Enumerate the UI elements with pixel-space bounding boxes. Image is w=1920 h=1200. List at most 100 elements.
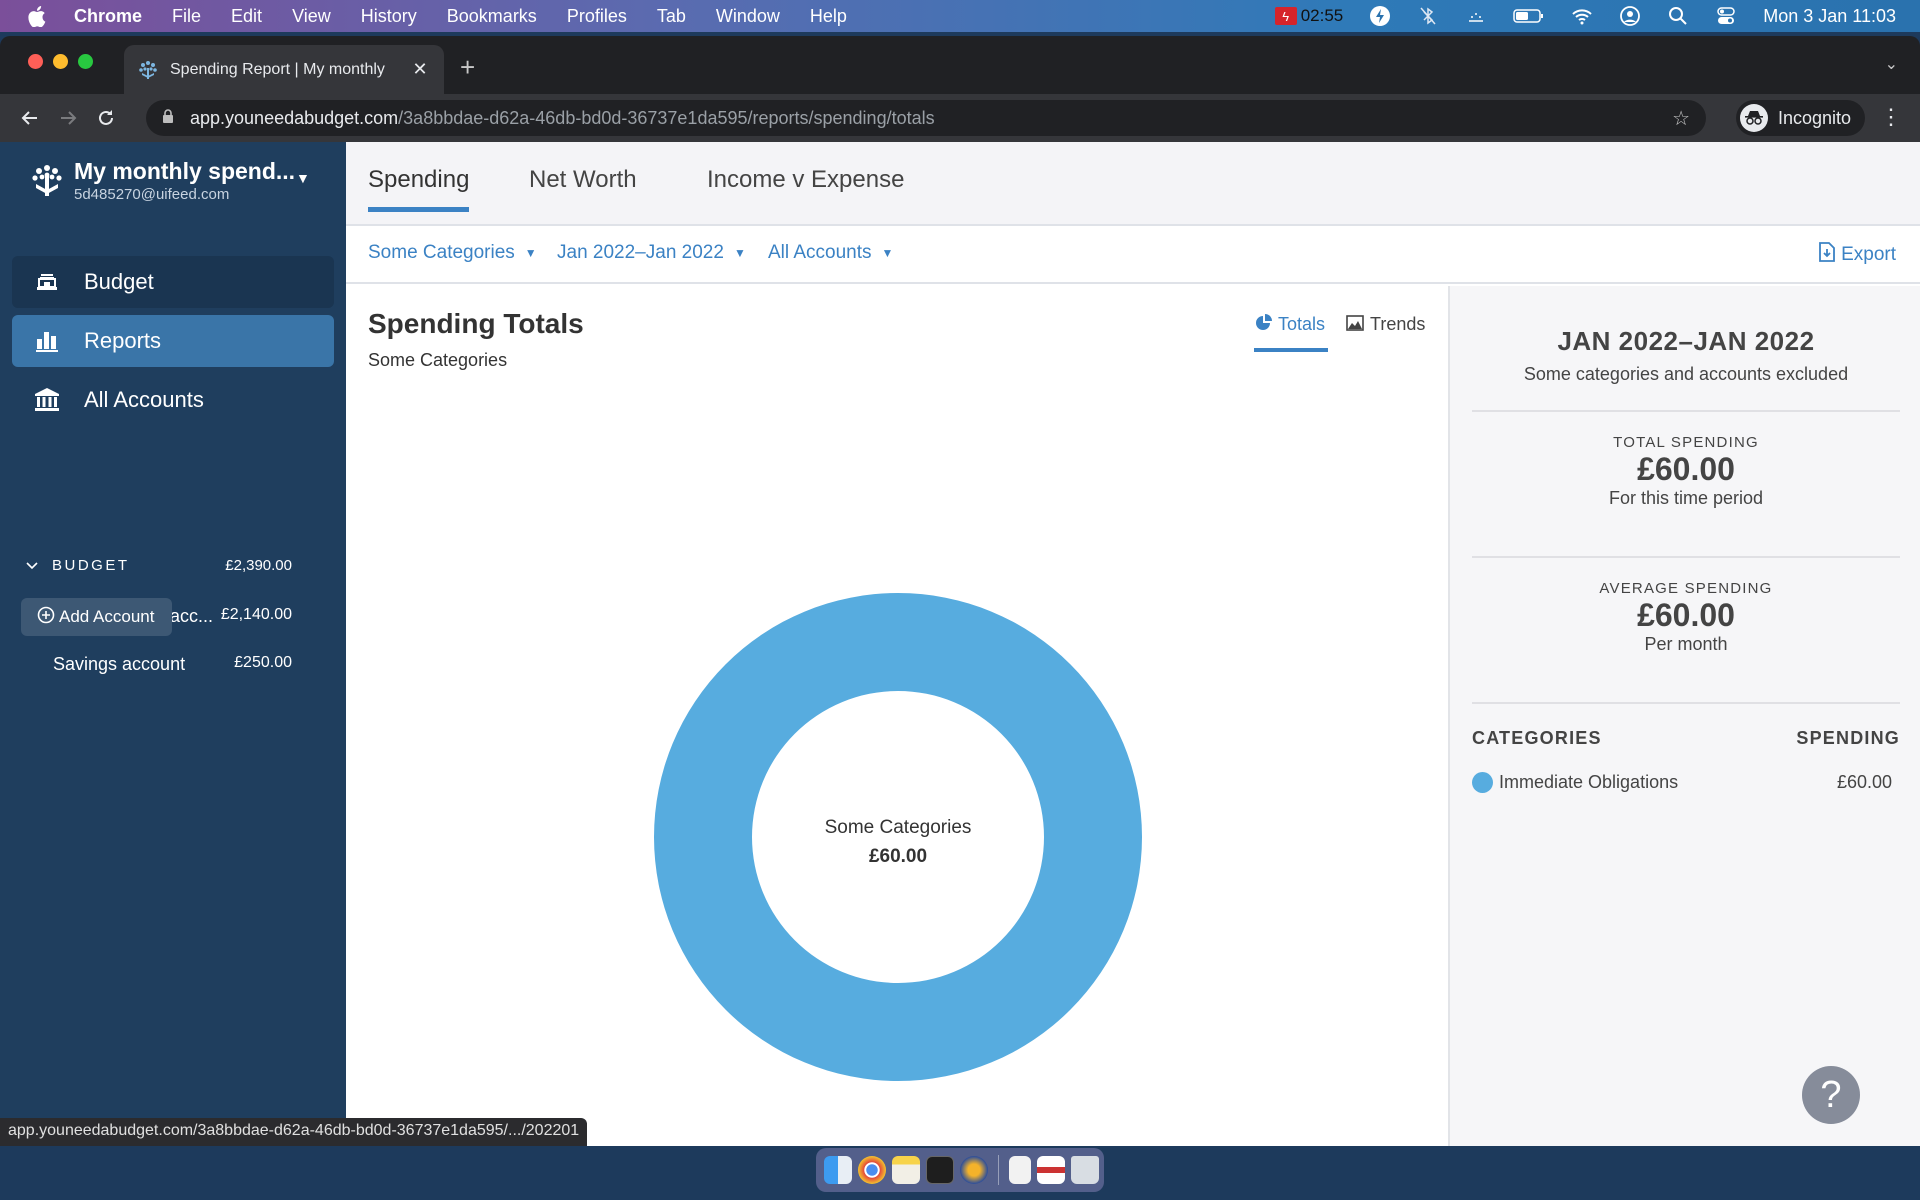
macos-dock <box>816 1148 1104 1192</box>
donut-center-value: £60.00 <box>869 846 927 867</box>
add-account-button[interactable]: Add Account <box>21 598 172 636</box>
close-window-button[interactable] <box>28 54 43 69</box>
categories-header: CATEGORIES <box>1472 728 1602 748</box>
menu-bookmarks[interactable]: Bookmarks <box>447 6 537 27</box>
chevron-down-icon[interactable] <box>26 557 38 574</box>
battery-icon[interactable] <box>1513 5 1545 27</box>
accounts-filter-dropdown[interactable]: All Accounts ▼ <box>768 242 893 264</box>
dock-chrome-icon[interactable] <box>858 1156 886 1184</box>
menu-profiles[interactable]: Profiles <box>567 6 627 27</box>
date-range-filter-dropdown[interactable]: Jan 2022–Jan 2022 ▼ <box>557 242 746 264</box>
tab-title: Spending Report | My monthly <box>170 60 385 78</box>
wifi-icon[interactable] <box>1571 5 1593 27</box>
budget-switcher[interactable]: My monthly spend... 5d485270@uifeed.com <box>30 158 295 203</box>
bolt-icon[interactable] <box>1369 5 1391 27</box>
categories-table-header: CATEGORIES SPENDING <box>1472 728 1900 749</box>
category-row[interactable]: Immediate Obligations £60.00 <box>1472 772 1892 793</box>
dock-finder-icon[interactable] <box>824 1156 852 1184</box>
tab-net-worth[interactable]: Net Worth <box>529 166 637 212</box>
summary-pane: JAN 2022–JAN 2022 Some categories and ac… <box>1448 286 1920 1146</box>
divider <box>1472 702 1900 704</box>
categories-filter-dropdown[interactable]: Some Categories ▼ <box>368 242 537 264</box>
browser-window: Spending Report | My monthly ✕ + ⌄ app.y… <box>0 36 1920 1146</box>
sidebar-item-reports[interactable]: Reports <box>12 315 334 367</box>
bookmark-star-icon[interactable]: ☆ <box>1672 106 1690 131</box>
bar-chart-icon <box>34 328 60 354</box>
browser-toolbar: app.youneedabudget.com/3a8bbdae-d62a-46d… <box>0 94 1920 142</box>
budget-icon <box>34 269 60 295</box>
category-color-dot <box>1472 772 1493 793</box>
sidebar-item-label: Reports <box>84 328 162 353</box>
menu-view[interactable]: View <box>292 6 331 27</box>
divider <box>1472 556 1900 558</box>
menu-history[interactable]: History <box>361 6 417 27</box>
new-tab-button[interactable]: + <box>460 52 475 83</box>
sidebar-item-label: Budget <box>84 269 154 294</box>
total-spending-block: TOTAL SPENDING £60.00 For this time peri… <box>1472 434 1900 509</box>
account-item[interactable]: Savings account £250.00 <box>53 654 292 675</box>
divider <box>1472 410 1900 412</box>
close-tab-icon[interactable]: ✕ <box>410 59 430 80</box>
account-balance: £250.00 <box>234 654 292 671</box>
dock-notes-icon[interactable] <box>892 1156 920 1184</box>
incognito-profile-button[interactable]: Incognito <box>1736 100 1866 136</box>
budget-menu-caret-icon[interactable]: ▼ <box>296 170 310 186</box>
dock-document-icon[interactable] <box>1009 1156 1031 1184</box>
categories-filter-label: Some Categories <box>368 242 515 263</box>
tab-search-chevron-icon[interactable]: ⌄ <box>1885 54 1898 74</box>
export-button[interactable]: Export <box>1819 242 1896 268</box>
incognito-icon <box>1740 104 1768 132</box>
minimize-window-button[interactable] <box>53 54 68 69</box>
sidebar-item-label: All Accounts <box>84 387 204 412</box>
help-button[interactable]: ? <box>1802 1066 1860 1124</box>
tab-income-v-expense[interactable]: Income v Expense <box>707 166 904 212</box>
reload-button[interactable] <box>88 100 124 136</box>
control-center-icon[interactable] <box>1715 5 1737 27</box>
average-spending-note: Per month <box>1644 634 1728 654</box>
report-filters: Some Categories ▼ Jan 2022–Jan 2022 ▼ Al… <box>346 226 1920 284</box>
sidebar-item-all-accounts[interactable]: All Accounts <box>12 374 334 426</box>
lock-icon[interactable] <box>162 109 176 127</box>
screen-recording-indicator[interactable]: ϟ 02:55 <box>1274 6 1343 26</box>
plus-circle-icon <box>37 606 55 629</box>
browser-tab-active[interactable]: Spending Report | My monthly ✕ <box>124 45 444 94</box>
apple-icon[interactable] <box>28 5 52 27</box>
menu-window[interactable]: Window <box>716 6 780 27</box>
tab-spending[interactable]: Spending <box>368 166 470 212</box>
menu-edit[interactable]: Edit <box>231 6 262 27</box>
menubar-clock[interactable]: Mon 3 Jan 11:03 <box>1763 6 1896 27</box>
sidebar-item-budget[interactable]: Budget <box>12 256 334 308</box>
spending-header: SPENDING <box>1796 728 1900 748</box>
user-account-icon[interactable] <box>1619 5 1641 27</box>
browser-menu-icon[interactable]: ⋮ <box>1880 104 1902 130</box>
url-host: app.youneedabudget.com <box>190 107 399 128</box>
spotlight-search-icon[interactable] <box>1667 5 1689 27</box>
address-bar[interactable]: app.youneedabudget.com/3a8bbdae-d62a-46d… <box>146 100 1706 136</box>
menu-chrome[interactable]: Chrome <box>74 6 142 27</box>
reports-main: Spending Net Worth Income v Expense Some… <box>346 142 1920 1146</box>
forward-button[interactable] <box>50 100 86 136</box>
export-label: Export <box>1841 244 1896 265</box>
account-group-budget[interactable]: BUDGET £2,390.00 <box>26 554 292 576</box>
display-icon[interactable] <box>1465 5 1487 27</box>
bluetooth-off-icon[interactable] <box>1417 5 1439 27</box>
back-button[interactable] <box>12 100 48 136</box>
bank-icon <box>34 387 60 413</box>
menu-file[interactable]: File <box>172 6 201 27</box>
sidebar: My monthly spend... 5d485270@uifeed.com … <box>0 142 346 1146</box>
menu-help[interactable]: Help <box>810 6 847 27</box>
average-spending-block: AVERAGE SPENDING £60.00 Per month <box>1472 580 1900 655</box>
accounts-filter-label: All Accounts <box>768 242 872 263</box>
average-spending-label: AVERAGE SPENDING <box>1599 580 1773 597</box>
dock-trash-icon[interactable] <box>1071 1156 1099 1184</box>
menu-tab[interactable]: Tab <box>657 6 686 27</box>
profile-label: Incognito <box>1778 107 1852 128</box>
dock-window-preview-icon[interactable] <box>1037 1156 1065 1184</box>
dock-terminal-icon[interactable] <box>926 1156 954 1184</box>
dock-lightning-app-icon[interactable] <box>960 1156 988 1184</box>
window-controls <box>28 54 93 69</box>
tab-strip: Spending Report | My monthly ✕ + ⌄ <box>0 36 1920 94</box>
add-account-label: Add Account <box>59 607 155 626</box>
maximize-window-button[interactable] <box>78 54 93 69</box>
average-spending-value: £60.00 <box>1637 597 1735 633</box>
